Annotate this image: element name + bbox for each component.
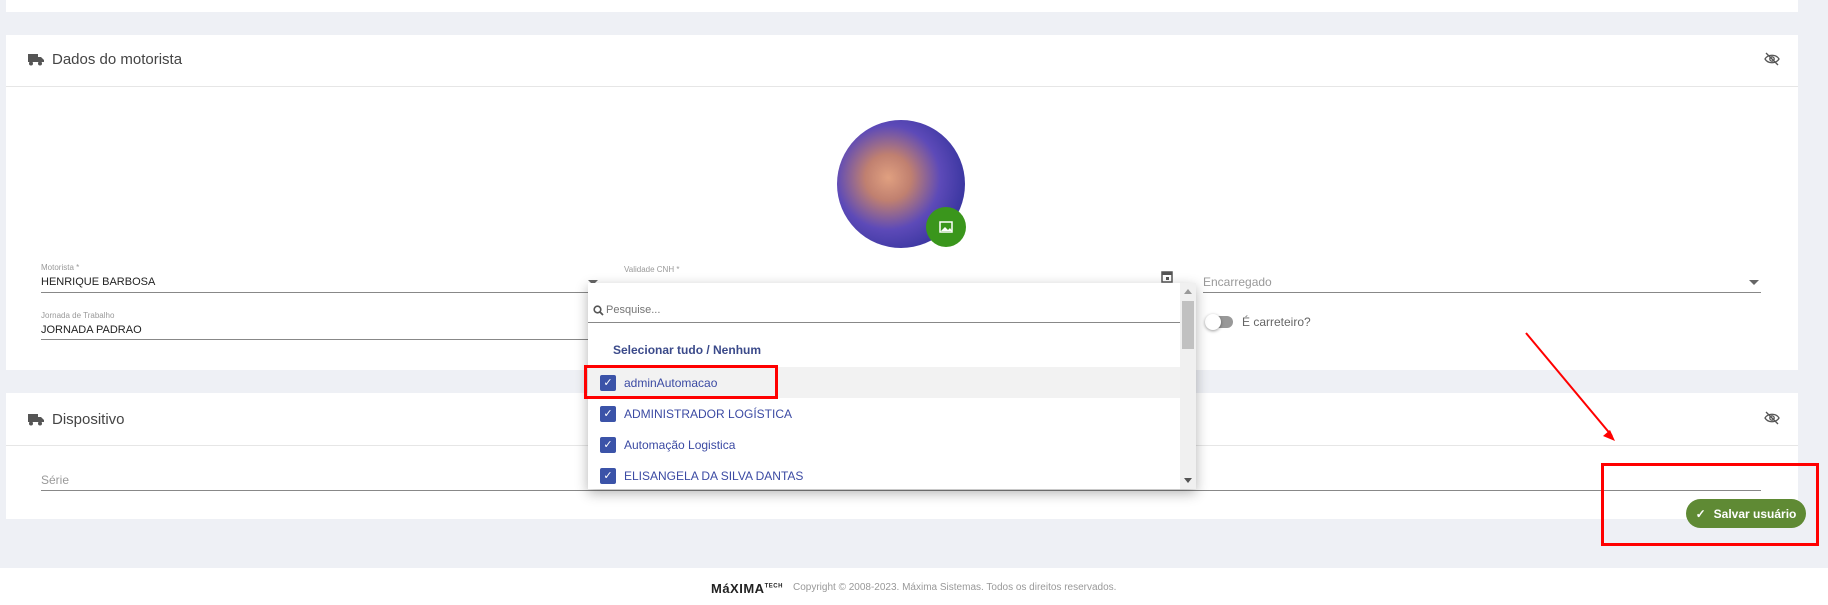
annotation-arrow-icon — [1525, 332, 1615, 441]
validade-cnh-label: Validade CNH * — [624, 265, 680, 274]
device-section-title: Dispositivo — [52, 411, 125, 428]
driver-section-title: Dados do motorista — [52, 51, 183, 68]
device-header: Dispositivo — [28, 411, 125, 428]
item-label: ADMINISTRADOR LOGÍSTICA — [624, 406, 793, 421]
dropdown-item[interactable]: ✓ ADMINISTRADOR LOGÍSTICA — [588, 398, 1180, 429]
serie-field[interactable]: Série — [41, 473, 69, 487]
dropdown-search-input[interactable] — [606, 301, 1166, 319]
motorista-label: Motorista * — [41, 263, 80, 272]
carreteiro-toggle[interactable] — [1205, 314, 1235, 330]
dropdown-item[interactable]: ✓ Automação Logistica — [588, 429, 1180, 460]
scroll-thumb[interactable] — [1182, 301, 1194, 349]
calendar-icon[interactable] — [1161, 270, 1173, 283]
jornada-value[interactable]: JORNADA PADRAO — [41, 324, 142, 336]
footer: MáXIMATECH Copyright © 2008-2023. Máxima… — [0, 568, 1828, 605]
eye-off-icon[interactable] — [1764, 410, 1780, 426]
motorista-underline — [41, 292, 595, 293]
chevron-down-icon[interactable] — [1749, 280, 1759, 285]
change-photo-button[interactable] — [926, 207, 966, 247]
jornada-label: Jornada de Trabalho — [41, 311, 115, 320]
annotation-highlight-save — [1601, 463, 1819, 546]
jornada-underline — [41, 339, 595, 340]
maxima-tech-logo: MáXIMATECH — [711, 581, 783, 596]
scroll-up-icon[interactable] — [1184, 289, 1192, 294]
serie-underline — [41, 490, 1761, 491]
search-icon — [593, 305, 604, 316]
encarregado-underline — [1203, 292, 1761, 293]
dropdown-item[interactable]: ✓ ELISANGELA DA SILVA DANTAS — [588, 460, 1180, 489]
checkbox-checked-icon[interactable]: ✓ — [600, 405, 616, 422]
truck-icon — [28, 414, 44, 426]
copyright-text: Copyright © 2008-2023. Máxima Sistemas. … — [793, 582, 1117, 593]
dropdown-scrollbar[interactable] — [1180, 283, 1196, 489]
eye-off-icon[interactable] — [1764, 51, 1780, 67]
select-all-none[interactable]: Selecionar tudo / Nenhum — [613, 343, 761, 357]
annotation-highlight-item — [584, 365, 778, 399]
item-label: Automação Logistica — [624, 437, 736, 452]
truck-icon — [28, 54, 44, 66]
motorista-value[interactable]: HENRIQUE BARBOSA — [41, 276, 155, 288]
header-divider — [6, 86, 1798, 87]
top-card — [6, 0, 1798, 12]
checkbox-checked-icon[interactable]: ✓ — [600, 467, 616, 484]
driver-header: Dados do motorista — [28, 51, 182, 68]
carreteiro-label: É carreteiro? — [1242, 315, 1311, 329]
search-underline — [588, 322, 1180, 323]
item-label: ELISANGELA DA SILVA DANTAS — [624, 468, 804, 483]
scroll-down-icon[interactable] — [1184, 478, 1192, 483]
image-icon — [939, 221, 953, 233]
encarregado-placeholder[interactable]: Encarregado — [1203, 275, 1272, 289]
checkbox-checked-icon[interactable]: ✓ — [600, 436, 616, 453]
